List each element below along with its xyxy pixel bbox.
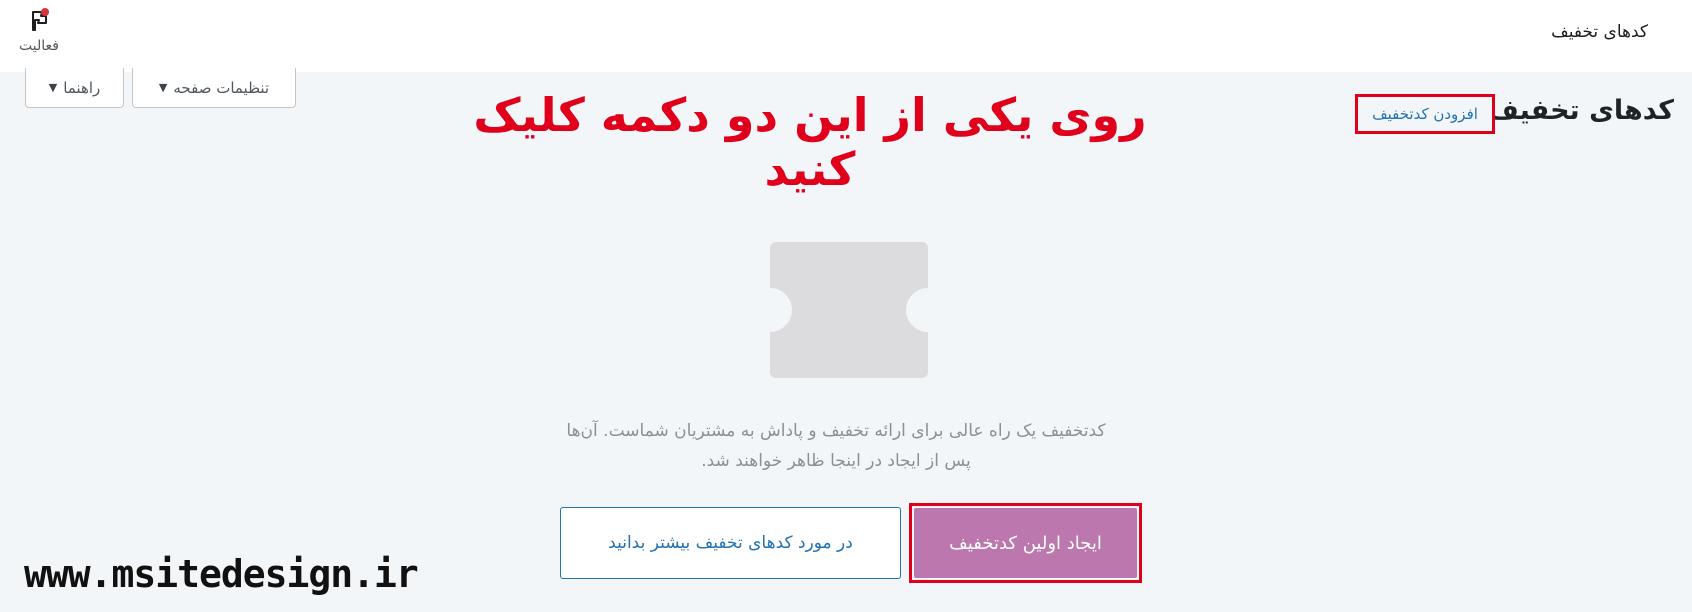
page-title: کدهای تخفیف (1487, 95, 1674, 126)
screen-options-button[interactable]: تنظیمات صفحه ▼ (132, 68, 296, 108)
coupon-icon (770, 242, 928, 382)
screen-options-label: تنظیمات صفحه (173, 78, 270, 97)
create-first-coupon-button[interactable]: ایجاد اولین کدتخفیف (914, 508, 1137, 578)
watermark-text: www.msitedesign.ir (24, 552, 419, 596)
activity-button[interactable]: فعالیت (14, 8, 64, 64)
annotation-text: روی یکی از این دو دکمه کلیک کنید (473, 88, 1147, 196)
caret-down-icon: ▼ (48, 81, 58, 94)
empty-state-line-2: پس از ایجاد در اینجا ظاهر خواهند شد. (701, 451, 971, 471)
add-coupon-link[interactable]: افزودن کدتخفیف (1355, 94, 1495, 134)
activity-label: فعالیت (19, 38, 59, 54)
help-label: راهنما (63, 78, 101, 97)
top-bar: کدهای تخفیف فعالیت (0, 0, 1692, 72)
help-dropdown-button[interactable]: راهنما ▼ (25, 68, 124, 108)
caret-down-icon: ▼ (158, 81, 168, 94)
learn-more-button[interactable]: در مورد کدهای تخفیف بیشتر بدانید (560, 507, 901, 579)
top-bar-title: کدهای تخفیف (1551, 22, 1648, 42)
flag-icon (14, 8, 64, 32)
empty-state-line-1: کدتخفیف یک راه عالی برای ارائه تخفیف و پ… (566, 421, 1106, 441)
empty-state-message: کدتخفیف یک راه عالی برای ارائه تخفیف و پ… (520, 416, 1152, 476)
